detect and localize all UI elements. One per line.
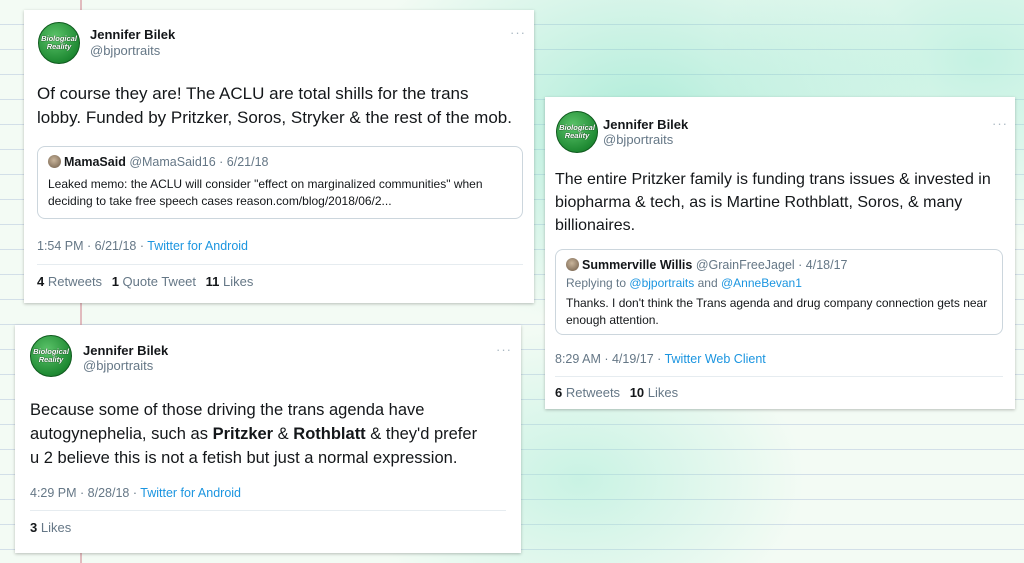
divider xyxy=(30,510,506,511)
tweet-text: The entire Pritzker family is funding tr… xyxy=(555,171,991,234)
author-name[interactable]: Jennifer Bilek xyxy=(90,27,175,42)
tweet-stats: 3 Likes xyxy=(30,520,77,535)
tweet-text: Because some of those driving the trans … xyxy=(30,401,478,467)
author-name[interactable]: Jennifer Bilek xyxy=(603,117,688,132)
author-name[interactable]: Jennifer Bilek xyxy=(83,343,168,358)
tweet-card-pritzker-family: Biological Reality Jennifer Bilek @bjpor… xyxy=(545,97,1015,409)
divider xyxy=(37,264,523,265)
tweet-timestamp[interactable]: 4:29 PM · 8/28/18 xyxy=(30,486,129,500)
avatar[interactable]: Biological Reality xyxy=(30,335,72,377)
tweet-source-link[interactable]: Twitter Web Client xyxy=(665,352,766,366)
quoted-author-handle: @MamaSaid16 · 6/21/18 xyxy=(129,155,269,169)
quoted-tweet-text: Thanks. I don't think the Trans agenda a… xyxy=(566,296,988,327)
avatar-logo-text: Reality xyxy=(38,355,64,364)
more-options-icon[interactable]: ··· xyxy=(510,25,526,40)
quoted-avatar xyxy=(48,155,61,168)
tweet-timestamp[interactable]: 8:29 AM · 4/19/17 xyxy=(555,352,654,366)
quoted-tweet-text: Leaked memo: the ACLU will consider "eff… xyxy=(48,177,483,208)
likes-stat[interactable]: 10 Likes xyxy=(630,385,678,400)
quoted-author-handle: @GrainFreeJagel · 4/18/17 xyxy=(695,258,848,272)
tweet-timestamp-row: 4:29 PM · 8/28/18 · Twitter for Android xyxy=(30,486,242,500)
tweet-card-autogynephelia: Biological Reality Jennifer Bilek @bjpor… xyxy=(15,325,521,553)
more-options-icon[interactable]: ··· xyxy=(496,342,512,357)
quoted-author-name: Summerville Willis xyxy=(582,258,693,272)
highlighted-name: Rothblatt xyxy=(293,425,366,443)
highlighted-name: Pritzker xyxy=(212,425,274,443)
tweet-timestamp-row: 1:54 PM · 6/21/18 · Twitter for Android xyxy=(37,239,249,253)
tweet-text: Of course they are! The ACLU are total s… xyxy=(37,84,512,127)
retweets-stat[interactable]: 6 Retweets xyxy=(555,385,620,400)
tweet-stats: 4 Retweets 1 Quote Tweet 11 Likes xyxy=(37,274,259,289)
tweet-card-aclu: Biological Reality Jennifer Bilek @bjpor… xyxy=(24,10,534,303)
avatar-logo-text: Reality xyxy=(46,42,72,51)
tweet-timestamp-row: 8:29 AM · 4/19/17 · Twitter Web Client xyxy=(555,352,766,366)
quoted-tweet[interactable]: MamaSaid @MamaSaid16 · 6/21/18 Leaked me… xyxy=(37,146,523,219)
likes-stat[interactable]: 3 Likes xyxy=(30,520,71,535)
more-options-icon[interactable]: ··· xyxy=(992,116,1008,131)
reply-mention-link[interactable]: @bjportraits xyxy=(629,276,694,290)
avatar[interactable]: Biological Reality xyxy=(38,22,80,64)
tweet-stats: 6 Retweets 10 Likes xyxy=(555,385,684,400)
author-handle[interactable]: @bjportraits xyxy=(90,43,160,58)
author-handle[interactable]: @bjportraits xyxy=(83,358,153,373)
likes-stat[interactable]: 11 Likes xyxy=(206,274,254,289)
quoted-avatar xyxy=(566,258,579,271)
divider xyxy=(555,376,1003,377)
author-handle[interactable]: @bjportraits xyxy=(603,132,673,147)
replying-to-line: Replying to @bjportraits and @AnneBevan1 xyxy=(566,276,802,290)
retweets-stat[interactable]: 4 Retweets xyxy=(37,274,102,289)
avatar-logo-text: Reality xyxy=(564,131,590,140)
quoted-author-name: MamaSaid xyxy=(64,155,126,169)
avatar[interactable]: Biological Reality xyxy=(556,111,598,153)
tweet-source-link[interactable]: Twitter for Android xyxy=(147,239,248,253)
tweet-source-link[interactable]: Twitter for Android xyxy=(140,486,241,500)
quote-tweets-stat[interactable]: 1 Quote Tweet xyxy=(112,274,196,289)
tweet-timestamp[interactable]: 1:54 PM · 6/21/18 xyxy=(37,239,136,253)
reply-mention-link[interactable]: @AnneBevan1 xyxy=(721,276,802,290)
quoted-tweet[interactable]: Summerville Willis @GrainFreeJagel · 4/1… xyxy=(555,249,1003,335)
